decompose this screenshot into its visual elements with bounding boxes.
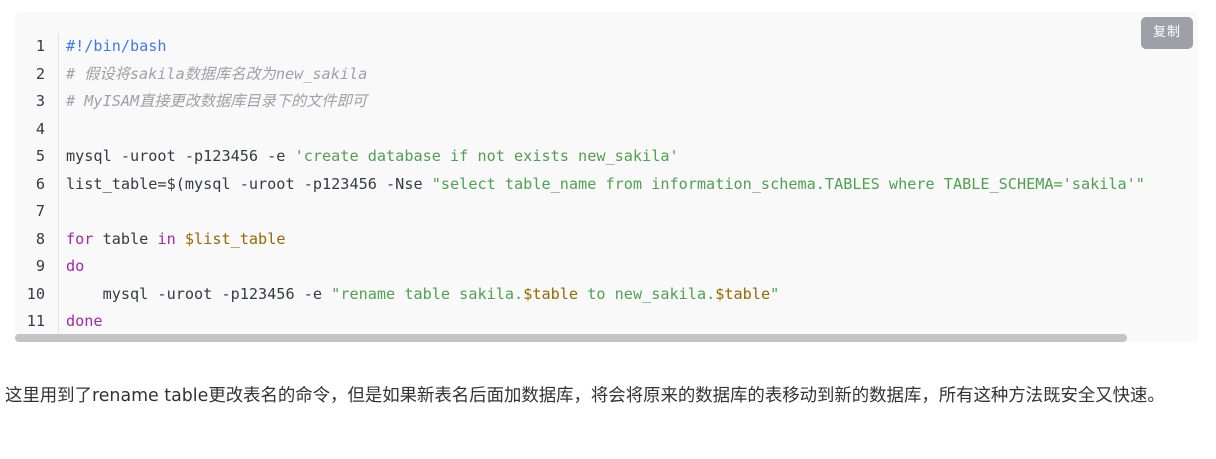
code-line: 6 list_table=$(mysql -uroot -p123456 -Nse…: [15, 171, 1198, 198]
line-number: 1: [35, 37, 45, 55]
code-token-var: $list_table: [184, 229, 286, 248]
code-token-keyword: do: [66, 257, 85, 275]
copy-button[interactable]: 复制: [1141, 17, 1193, 49]
code-text: # MyISAM直接更改数据库目录下的文件即可: [66, 88, 367, 115]
code-line: 3 # MyISAM直接更改数据库目录下的文件即可: [15, 88, 1198, 115]
code-token-comment: # MyISAM直接更改数据库目录下的文件即可: [66, 92, 367, 110]
code-line: 7: [15, 198, 1198, 225]
line-number: 10: [26, 284, 45, 303]
code-text: #!/bin/bash: [66, 33, 167, 60]
code-token-meta: #!/bin/bash: [66, 37, 167, 55]
line-number: 2: [35, 64, 45, 83]
code-token-plain: table: [93, 229, 158, 248]
code-text: done: [66, 308, 103, 333]
code-token-string: "rename table sakila.: [331, 284, 524, 303]
code-block: 1 #!/bin/bash 2 # 假设将sakila数据库名改为new_sakila…: [15, 12, 1198, 342]
line-number: 6: [35, 174, 45, 193]
code-token-keyword: for: [66, 229, 94, 248]
code-token-plain: mysql -uroot -p123456 -e: [66, 147, 295, 165]
code-line: 8 for table in $list_table: [15, 226, 1198, 253]
line-number: 9: [35, 257, 45, 275]
code-text: # 假设将sakila数据库名改为new_sakila: [66, 61, 367, 88]
body-paragraph: 这里用到了rename table更改表名的命令，但是如果新表名后面加数据库，将…: [5, 386, 1165, 406]
line-number: 11: [26, 312, 45, 330]
code-content: 1 #!/bin/bash 2 # 假设将sakila数据库名改为new_sakila…: [15, 33, 1198, 333]
code-text: for table in $list_table: [66, 226, 286, 253]
code-text: list_table=$(mysql -uroot -p123456 -Nse …: [66, 171, 1145, 198]
code-line: 4: [15, 116, 1198, 143]
code-line: 11 done: [15, 308, 1198, 333]
horizontal-scrollbar[interactable]: [15, 334, 1127, 342]
line-number: 4: [35, 119, 45, 138]
code-line: 1 #!/bin/bash: [15, 33, 1198, 60]
line-number: 3: [35, 92, 45, 110]
code-token-keyword: in: [157, 229, 176, 248]
code-line: 10 mysql -uroot -p123456 -e "rename tabl…: [15, 281, 1198, 308]
code-token-plain: mysql -uroot -p123456 -e: [66, 284, 332, 303]
code-line: 5 mysql -uroot -p123456 -e 'create databa…: [15, 143, 1198, 170]
line-number: 7: [35, 202, 45, 220]
code-line: 9 do: [15, 253, 1198, 280]
code-token-comment: # 假设将sakila数据库名改为new_sakila: [66, 64, 368, 83]
code-text: mysql -uroot -p123456 -e "rename table s…: [66, 281, 780, 308]
code-token-var: $table: [523, 284, 579, 303]
code-token-keyword: done: [66, 312, 103, 330]
line-number: 8: [35, 229, 45, 248]
code-line: 2 # 假设将sakila数据库名改为new_sakila: [15, 61, 1198, 88]
code-token-string: ": [770, 284, 780, 303]
code-token-string: 'create database if not exists new_sakil…: [294, 147, 679, 165]
code-token-string: to new_sakila.: [578, 284, 716, 303]
code-text: mysql -uroot -p123456 -e 'create databas…: [66, 143, 679, 170]
code-text: do: [66, 253, 84, 280]
code-token-var: $table: [715, 284, 771, 303]
code-token-plain: list_table=$(mysql -uroot -p123456 -Nse: [66, 174, 432, 193]
code-token-string: "select table_name from information_sche…: [431, 174, 1145, 193]
line-number: 5: [35, 147, 45, 165]
